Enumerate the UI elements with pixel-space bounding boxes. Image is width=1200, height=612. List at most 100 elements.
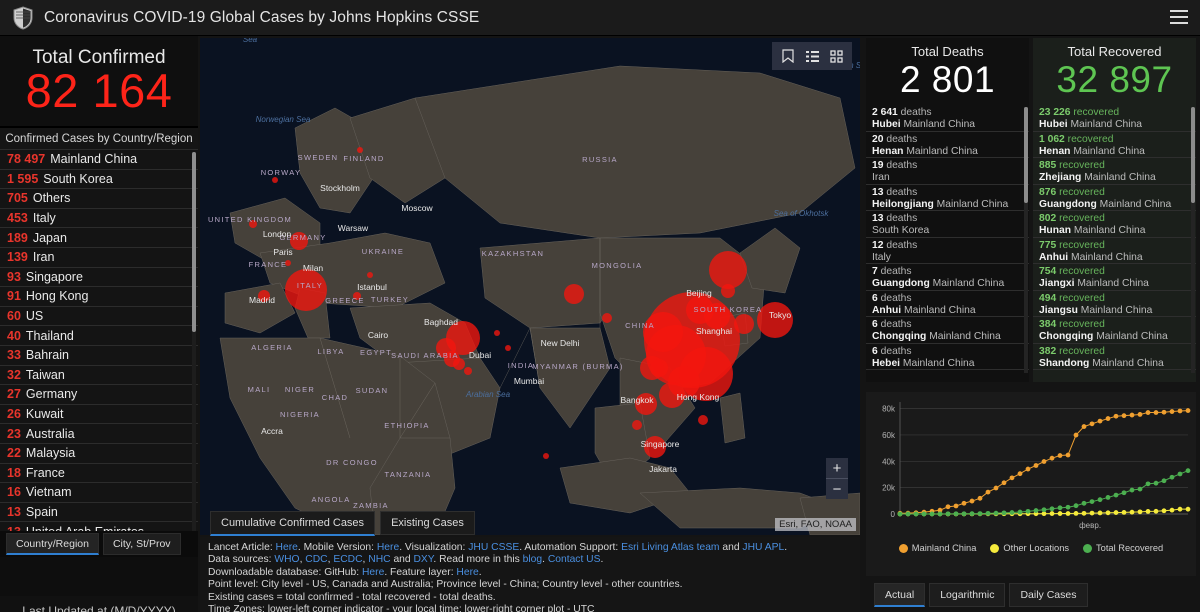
confirmed-list-item[interactable]: 91 Hong Kong	[0, 287, 198, 307]
chart-data-point[interactable]	[913, 511, 919, 517]
chart-data-point[interactable]	[1049, 511, 1055, 516]
chart-data-point[interactable]	[1073, 503, 1079, 509]
confirmed-list-scrollbar-thumb[interactable]	[192, 152, 196, 332]
recovered-list-item[interactable]: 876 recovered Guangdong Mainland China	[1033, 185, 1196, 211]
chart-data-point[interactable]	[1097, 510, 1103, 516]
chart-data-point[interactable]	[1057, 453, 1063, 458]
recovered-list-item[interactable]: 494 recovered Jiangsu Mainland China	[1033, 291, 1196, 317]
chart-data-point[interactable]	[1089, 499, 1095, 504]
deaths-list-item[interactable]: 2 641 deaths Hubei Mainland China	[866, 105, 1029, 132]
chart-data-point[interactable]	[1081, 510, 1087, 516]
hamburger-menu-icon[interactable]	[1170, 10, 1188, 24]
deaths-list-item[interactable]: 12 deaths Italy	[866, 238, 1029, 264]
chart-data-point[interactable]	[1113, 413, 1119, 419]
map-canvas[interactable]: Norwegian SeaSeaEast Siberian SeaSea of …	[200, 38, 860, 535]
footer-link[interactable]: Here	[276, 542, 298, 553]
tab-logarithmic[interactable]: Logarithmic	[929, 583, 1006, 607]
deaths-list-item[interactable]: 6 deaths Chongqing Mainland China	[866, 317, 1029, 344]
case-bubble[interactable]	[709, 251, 747, 289]
chart-data-point[interactable]	[1097, 497, 1103, 503]
confirmed-list-item[interactable]: 27 Germany	[0, 385, 198, 405]
deaths-list-item[interactable]: 13 deaths Heilongjiang Mainland China	[866, 185, 1029, 211]
chart-data-point[interactable]	[1113, 492, 1119, 498]
confirmed-list-item[interactable]: 93 Singapore	[0, 267, 198, 288]
confirmed-list-item[interactable]: 78 497 Mainland China	[0, 150, 198, 170]
chart-data-point[interactable]	[1065, 511, 1071, 516]
chart-data-point[interactable]	[1161, 478, 1167, 484]
chart-data-point[interactable]	[1129, 487, 1135, 493]
chart-data-point[interactable]	[1017, 509, 1023, 515]
confirmed-cases-list[interactable]: 78 497 Mainland China 1 595 South Korea 705 O…	[0, 150, 198, 535]
chart-data-point[interactable]	[897, 511, 903, 517]
recovered-list-item[interactable]: 802 recovered Hunan Mainland China	[1033, 211, 1196, 238]
confirmed-list-item[interactable]: 13 Spain	[0, 502, 198, 523]
chart-data-point[interactable]	[1185, 506, 1191, 512]
recovered-list-item[interactable]: 382 recovered Shandong Mainland China	[1033, 344, 1196, 370]
chart-data-point[interactable]	[1001, 480, 1007, 486]
chart-data-point[interactable]	[1065, 452, 1071, 458]
toggle-country-region[interactable]: Country/Region	[6, 532, 99, 556]
chart-legend-item[interactable]: Mainland China	[898, 543, 976, 553]
chart-data-point[interactable]	[985, 510, 991, 516]
chart-data-point[interactable]	[1033, 508, 1039, 513]
footer-link[interactable]: NHC	[368, 554, 390, 565]
chart-data-point[interactable]	[985, 489, 991, 495]
confirmed-list-item[interactable]: 40 Thailand	[0, 326, 198, 346]
chart-data-point[interactable]	[1169, 409, 1175, 414]
case-bubble[interactable]	[602, 313, 612, 323]
chart-data-point[interactable]	[1089, 510, 1095, 516]
chart-data-point[interactable]	[1025, 466, 1031, 472]
confirmed-list-item[interactable]: 705 Others	[0, 189, 198, 209]
chart-data-point[interactable]	[1033, 463, 1039, 468]
chart-data-point[interactable]	[1097, 418, 1103, 424]
chart-data-point[interactable]	[1161, 409, 1167, 415]
legend-list-icon[interactable]	[800, 45, 824, 67]
chart-legend-item[interactable]: Other Locations	[990, 543, 1069, 553]
chart-data-point[interactable]	[1009, 475, 1015, 481]
footer-link[interactable]: JHU APL	[742, 542, 784, 553]
chart-data-point[interactable]	[937, 511, 943, 517]
chart-data-point[interactable]	[953, 511, 959, 517]
confirmed-list-item[interactable]: 1 595 South Korea	[0, 169, 198, 190]
chart-data-point[interactable]	[1137, 412, 1143, 417]
recovered-list-item[interactable]: 775 recovered Anhui Mainland China	[1033, 238, 1196, 264]
case-bubble[interactable]	[494, 330, 500, 336]
chart-data-point[interactable]	[945, 511, 951, 517]
confirmed-list-item[interactable]: 33 Bahrain	[0, 345, 198, 366]
chart-data-point[interactable]	[1153, 480, 1159, 486]
footer-link[interactable]: CDC	[305, 554, 327, 565]
chart-data-point[interactable]	[1081, 500, 1087, 506]
tab-actual[interactable]: Actual	[874, 582, 926, 608]
chart-data-point[interactable]	[1185, 408, 1191, 413]
zoom-out-button[interactable]: −	[826, 479, 848, 499]
chart-data-point[interactable]	[1169, 507, 1175, 513]
case-bubble[interactable]	[564, 284, 584, 304]
deaths-list-item[interactable]: 20 deaths Henan Mainland China	[866, 132, 1029, 158]
confirmed-list-item[interactable]: 22 Malaysia	[0, 443, 198, 464]
chart-data-point[interactable]	[1137, 486, 1143, 492]
chart-data-point[interactable]	[945, 504, 951, 510]
chart-data-point[interactable]	[1105, 510, 1111, 516]
recovered-list-item[interactable]: 754 recovered Jiangxi Mainland China	[1033, 264, 1196, 291]
footer-link[interactable]: blog	[523, 554, 542, 565]
chart-data-point[interactable]	[1009, 510, 1015, 515]
chart-data-point[interactable]	[1073, 511, 1079, 516]
chart-data-point[interactable]	[921, 511, 927, 517]
recovered-list-item[interactable]: 23 226 recovered Hubei Mainland China	[1033, 105, 1196, 132]
confirmed-list-item[interactable]: 60 US	[0, 306, 198, 327]
basemap-grid-icon[interactable]	[824, 45, 848, 67]
case-bubble[interactable]	[367, 272, 373, 278]
chart-data-point[interactable]	[1153, 508, 1159, 514]
deaths-scrollbar-thumb[interactable]	[1024, 107, 1028, 203]
chart-legend-item[interactable]: Total Recovered	[1083, 543, 1163, 553]
footer-link[interactable]: Esri Living Atlas team	[621, 542, 719, 553]
recovered-scrollbar-thumb[interactable]	[1191, 107, 1195, 203]
footer-link[interactable]: Here	[362, 567, 384, 578]
chart-data-point[interactable]	[1001, 510, 1007, 516]
confirmed-list-item[interactable]: 16 Vietnam	[0, 483, 198, 503]
case-bubble[interactable]	[272, 177, 278, 183]
tab-existing-cases[interactable]: Existing Cases	[380, 511, 475, 535]
chart-data-point[interactable]	[1049, 506, 1055, 512]
chart-data-point[interactable]	[929, 511, 935, 517]
chart-data-point[interactable]	[977, 495, 983, 501]
